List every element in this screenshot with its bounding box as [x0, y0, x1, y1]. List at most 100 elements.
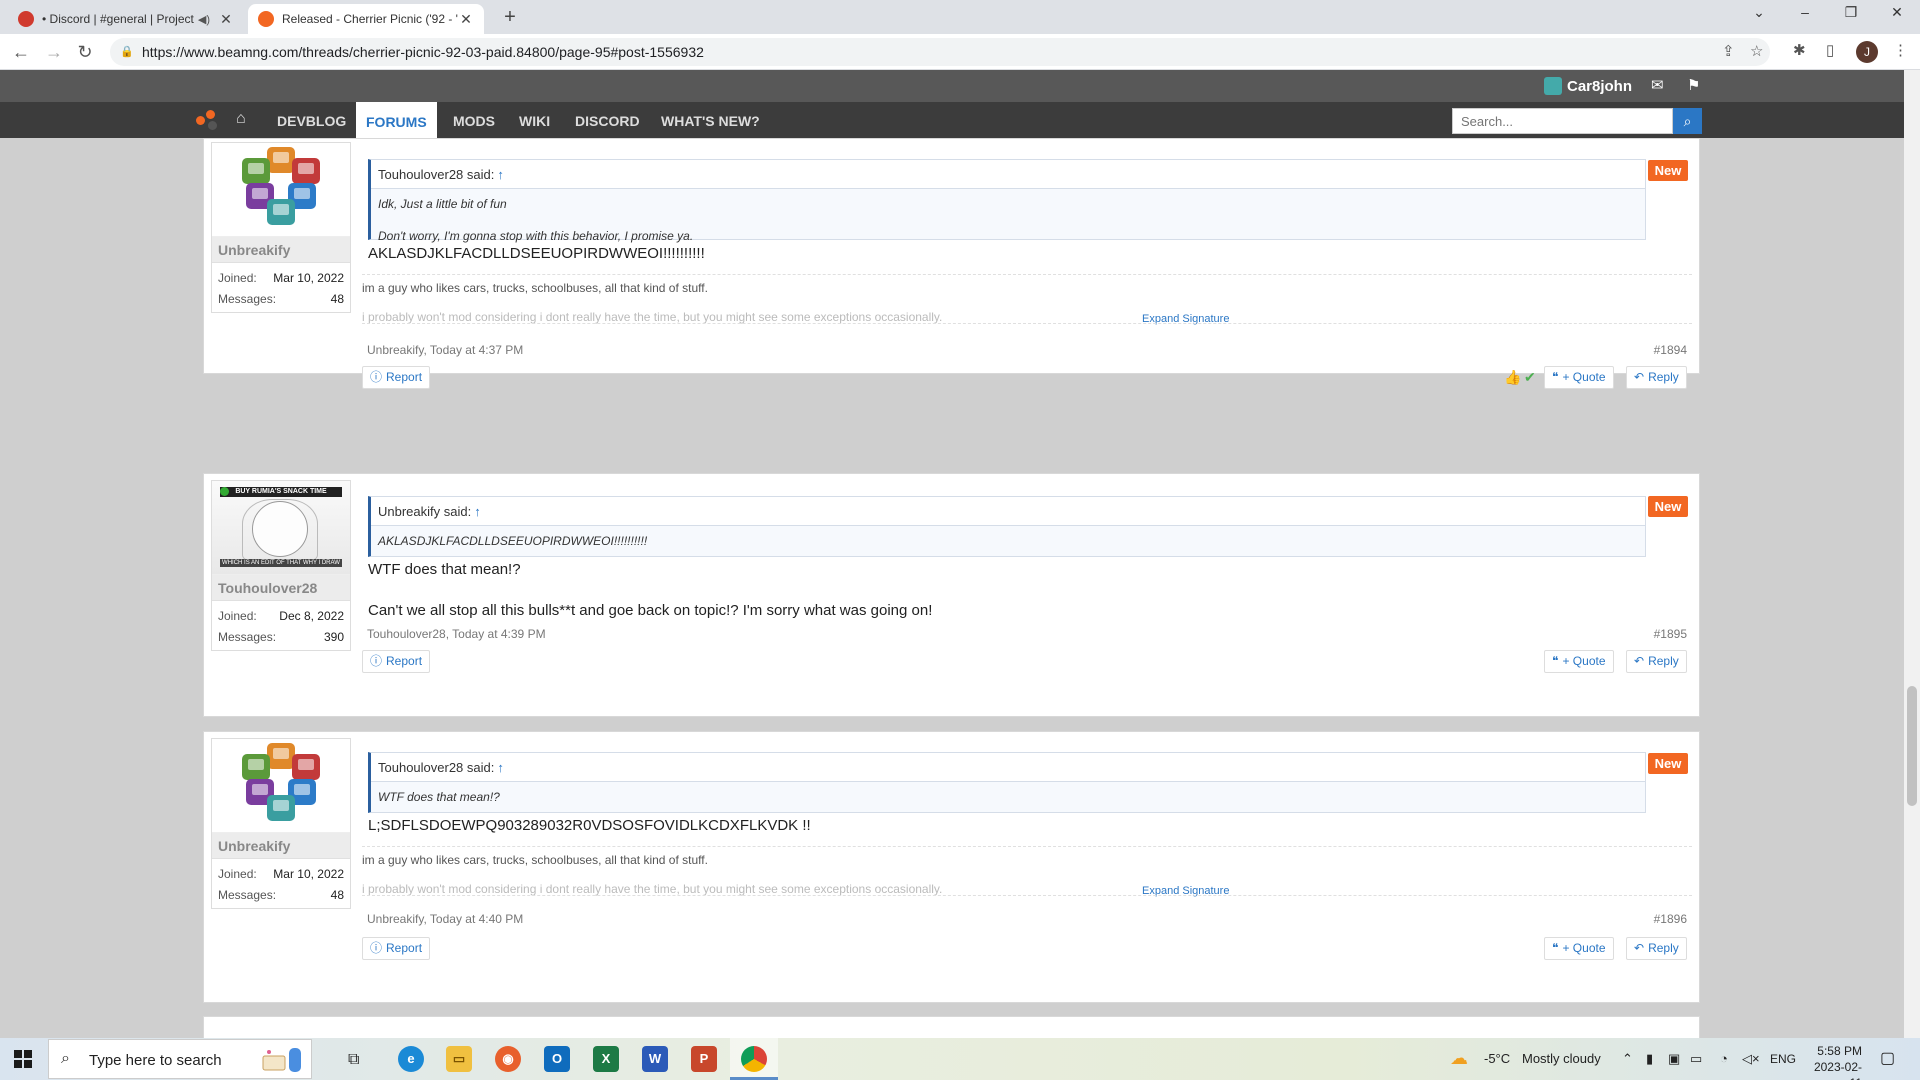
weather-description[interactable]: Mostly cloudy: [1522, 1051, 1601, 1066]
beamng-logo[interactable]: [196, 110, 220, 132]
reply-button[interactable]: ↶ Reply: [1626, 937, 1687, 960]
report-button[interactable]: ⓘ Report: [362, 650, 431, 673]
quote-button[interactable]: ❝ + Quote: [1544, 650, 1614, 673]
avatar[interactable]: [212, 143, 350, 237]
close-window-button[interactable]: ✕: [1874, 4, 1920, 21]
outlook-icon[interactable]: O: [544, 1046, 570, 1072]
joined-label: Joined:: [218, 867, 257, 881]
report-label: Report: [386, 370, 423, 384]
chrome-icon: [741, 1046, 767, 1072]
user-card: Unbreakify Joined: Mar 10, 2022 Messages:…: [211, 738, 351, 909]
arrow-up-icon[interactable]: ↑: [474, 504, 481, 519]
firefox-icon[interactable]: ◉: [495, 1046, 521, 1072]
speaker-icon[interactable]: ◀): [198, 13, 210, 26]
reply-button[interactable]: ↶ Reply: [1626, 366, 1687, 389]
close-icon[interactable]: ✕: [218, 11, 234, 28]
avatar[interactable]: [212, 739, 350, 833]
page-scrollbar[interactable]: [1904, 70, 1920, 1038]
username-link[interactable]: Car8john: [1567, 78, 1632, 95]
weather-cloud-icon[interactable]: ☁: [1450, 1048, 1468, 1069]
user-card: Unbreakify Joined: Mar 10, 2022 Messages:…: [211, 142, 351, 313]
profile-avatar[interactable]: J: [1856, 41, 1878, 63]
wifi-icon[interactable]: ◔: [1720, 1051, 1728, 1066]
post-number[interactable]: #1895: [1654, 627, 1687, 641]
user-avatar[interactable]: [1544, 77, 1562, 95]
power-icon[interactable]: ▭: [1690, 1051, 1702, 1067]
quote-line: AKLASDJKLFACDLLDSEEUOPIRDWWEOI!!!!!!!!!!: [378, 534, 648, 548]
clock[interactable]: 5:58 PM 2023-02-11: [1802, 1043, 1862, 1080]
chrome-taskbar-button[interactable]: [730, 1038, 778, 1080]
scrollbar-thumb[interactable]: [1907, 686, 1917, 806]
alerts-flag-icon[interactable]: ⚑: [1687, 76, 1700, 94]
report-button[interactable]: ⓘ Report: [362, 937, 431, 960]
task-view-icon[interactable]: ⧉: [348, 1051, 359, 1069]
word-icon[interactable]: W: [642, 1046, 668, 1072]
author-name[interactable]: Unbreakify: [212, 833, 350, 859]
url-input[interactable]: 🔒 https://www.beamng.com/threads/cherrie…: [110, 38, 1770, 66]
quote-body: AKLASDJKLFACDLLDSEEUOPIRDWWEOI!!!!!!!!!!: [371, 526, 1645, 556]
minimize-button[interactable]: –: [1782, 4, 1828, 20]
search-input[interactable]: [1452, 108, 1673, 134]
message-text: Can't we all stop all this bulls**t and …: [368, 602, 933, 619]
report-button[interactable]: ⓘ Report: [362, 366, 431, 389]
post-meta[interactable]: Touhoulover28, Today at 4:39 PM: [367, 627, 546, 641]
lock-icon[interactable]: 🔒: [120, 45, 134, 58]
post-number[interactable]: #1896: [1654, 912, 1687, 926]
nav-discord[interactable]: DISCORD: [565, 102, 650, 138]
agree-check-icon[interactable]: ✔: [1524, 369, 1536, 386]
avatar-caption: WHICH IS AN EDIT OF THAT WHY I DRAW: [220, 559, 342, 567]
close-icon[interactable]: ✕: [458, 11, 474, 28]
tab-search-icon[interactable]: ⌄: [1736, 4, 1782, 21]
post-meta[interactable]: Unbreakify, Today at 4:37 PM: [367, 343, 523, 357]
tab-beamng[interactable]: Released - Cherrier Picnic ('92 - '0 ✕: [248, 4, 484, 34]
reply-button[interactable]: ↶ Reply: [1626, 650, 1687, 673]
nav-devblog[interactable]: DEVBLOG: [267, 102, 356, 138]
search-highlight-illustration-icon: [262, 1048, 301, 1072]
post-meta[interactable]: Unbreakify, Today at 4:40 PM: [367, 912, 523, 926]
share-icon[interactable]: ⇪: [1722, 42, 1735, 60]
windows-start-icon[interactable]: [14, 1050, 32, 1068]
quote-button[interactable]: ❝ + Quote: [1544, 366, 1614, 389]
nav-mods[interactable]: MODS: [443, 102, 505, 138]
new-tab-button[interactable]: +: [498, 6, 522, 29]
arrow-up-icon[interactable]: ↑: [497, 167, 504, 182]
author-name[interactable]: Touhoulover28: [212, 575, 350, 601]
display-icon[interactable]: ▣: [1668, 1051, 1680, 1067]
tab-title: Released - Cherrier Picnic ('92 - '0: [282, 12, 458, 26]
arrow-up-icon[interactable]: ↑: [497, 760, 504, 775]
nav-wiki[interactable]: WIKI: [509, 102, 560, 138]
avatar[interactable]: BUY RUMIA'S SNACK TIME WHICH IS AN EDIT …: [212, 481, 350, 575]
reload-icon[interactable]: ↻: [73, 40, 97, 64]
home-icon[interactable]: ⌂: [236, 110, 246, 128]
nav-whats-new[interactable]: WHAT'S NEW?: [651, 102, 770, 138]
like-icon[interactable]: 👍: [1504, 369, 1521, 386]
side-panel-icon[interactable]: ▯: [1826, 41, 1834, 59]
search-icon[interactable]: ⌕: [1673, 108, 1702, 134]
taskbar-search-box[interactable]: ⌕ Type here to search: [48, 1039, 312, 1079]
extensions-icon[interactable]: ✱: [1793, 41, 1806, 59]
tab-discord[interactable]: • Discord | #general | Project ◀) ✕: [8, 4, 244, 34]
notifications-icon[interactable]: ▢: [1880, 1048, 1895, 1068]
restore-button[interactable]: ❐: [1828, 4, 1874, 21]
nav-forums[interactable]: FORUMS: [356, 102, 437, 138]
excel-icon[interactable]: X: [593, 1046, 619, 1072]
forward-icon[interactable]: →: [42, 40, 66, 64]
file-explorer-icon[interactable]: ▭: [446, 1046, 472, 1072]
language-indicator[interactable]: ENG: [1770, 1052, 1796, 1066]
menu-kebab-icon[interactable]: ⋮: [1893, 41, 1908, 59]
volume-muted-icon[interactable]: ◁×: [1742, 1051, 1760, 1067]
author-name[interactable]: Unbreakify: [212, 237, 350, 263]
powerpoint-icon[interactable]: P: [691, 1046, 717, 1072]
mail-icon[interactable]: ✉: [1651, 76, 1664, 94]
edge-icon[interactable]: e: [398, 1046, 424, 1072]
info-icon: ⓘ: [370, 370, 383, 384]
battery-icon[interactable]: ▮: [1646, 1051, 1653, 1067]
bookmark-star-icon[interactable]: ☆: [1750, 42, 1763, 60]
post-number[interactable]: #1894: [1654, 343, 1687, 357]
quote-button[interactable]: ❝ + Quote: [1544, 937, 1614, 960]
tab-title: • Discord | #general | Project: [42, 12, 194, 26]
reply-label: Reply: [1648, 941, 1679, 955]
back-icon[interactable]: ←: [9, 40, 33, 64]
weather-temperature[interactable]: -5°C: [1484, 1051, 1510, 1066]
chevron-up-icon[interactable]: ⌃: [1622, 1051, 1633, 1067]
